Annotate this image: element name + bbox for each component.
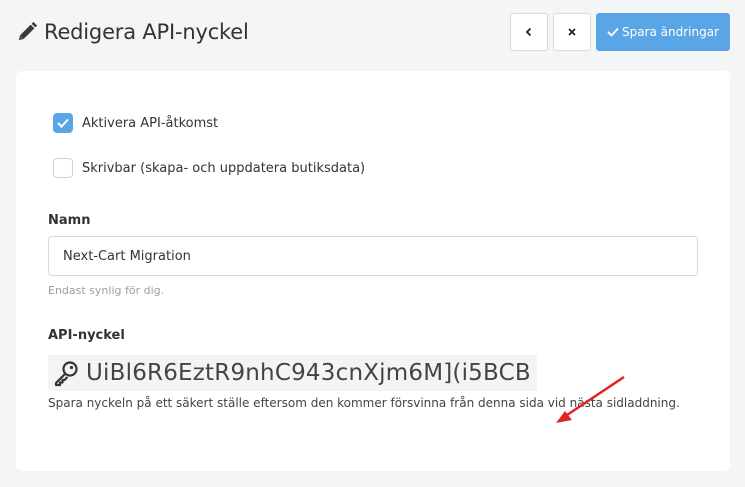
api-key-display: UiBl6R6EztR9nhC943cnXjm6M](i5BCB <box>48 355 537 391</box>
save-changes-label: Spara ändringar <box>621 25 720 39</box>
key-icon <box>54 361 78 387</box>
page-header: Redigera API-nyckel Spara ändringar <box>0 0 745 66</box>
enable-api-row[interactable]: Aktivera API-åtkomst <box>53 113 218 133</box>
checkmark-icon <box>607 27 619 37</box>
page-title: Redigera API-nyckel <box>44 20 249 44</box>
api-key-card: Aktivera API-åtkomst Skrivbar (skapa- oc… <box>16 71 730 471</box>
api-key-value: UiBl6R6EztR9nhC943cnXjm6M](i5BCB <box>86 360 531 386</box>
title-group: Redigera API-nyckel <box>16 20 249 44</box>
writable-label: Skrivbar (skapa- och uppdatera butiksdat… <box>82 160 366 176</box>
pencil-icon <box>18 21 38 41</box>
writable-checkbox[interactable] <box>53 158 73 178</box>
name-input[interactable] <box>48 236 698 276</box>
close-button[interactable] <box>553 13 591 51</box>
chevron-left-icon <box>525 27 532 37</box>
enable-api-checkbox[interactable] <box>53 113 73 133</box>
enable-api-label: Aktivera API-åtkomst <box>82 115 219 131</box>
annotation-arrow-icon <box>556 375 625 423</box>
name-hint: Endast synlig för dig. <box>48 284 165 297</box>
close-icon <box>568 28 576 36</box>
writable-row[interactable]: Skrivbar (skapa- och uppdatera butiksdat… <box>53 158 365 178</box>
checkmark-icon <box>57 118 69 128</box>
back-button[interactable] <box>510 13 548 51</box>
api-key-label: API-nyckel <box>48 328 125 343</box>
save-changes-button[interactable]: Spara ändringar <box>596 13 730 51</box>
name-label: Namn <box>48 213 91 228</box>
